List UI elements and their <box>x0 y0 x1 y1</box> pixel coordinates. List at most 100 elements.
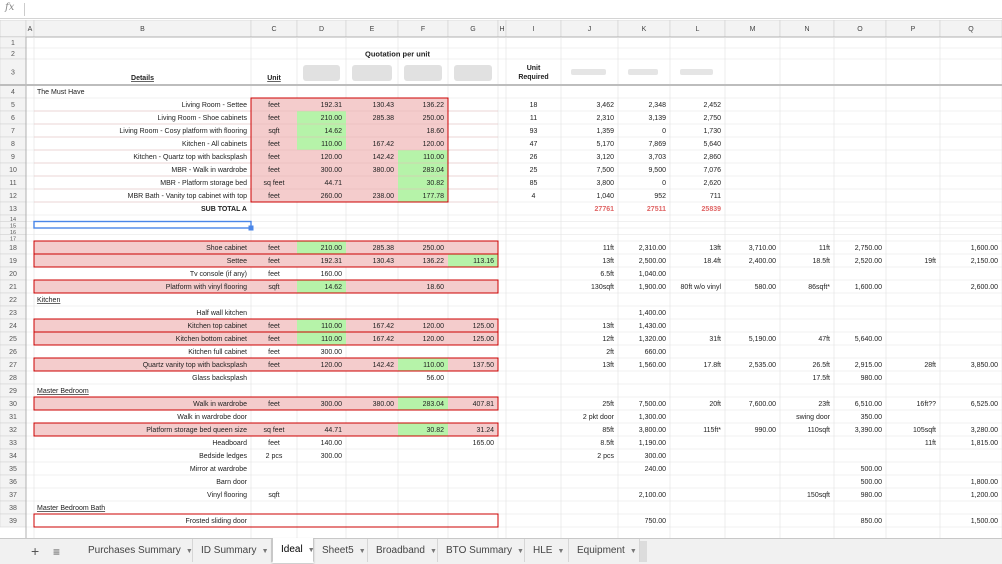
cell-d32[interactable]: 44.71 <box>324 427 342 434</box>
cell-b22[interactable]: Kitchen <box>37 297 60 304</box>
cell-b24[interactable]: Kitchen top cabinet <box>187 323 247 330</box>
cell-k19[interactable]: 2,500.00 <box>639 258 666 265</box>
cell-n32[interactable]: 110sqft <box>808 427 830 434</box>
cell-j12[interactable]: 1,040 <box>596 193 614 200</box>
cell-c30[interactable]: feet <box>268 401 280 408</box>
cell-m25[interactable]: 5,190.00 <box>749 336 776 343</box>
cell-c32[interactable]: sq feet <box>263 427 284 434</box>
cell-q33[interactable]: 1,815.00 <box>971 440 998 447</box>
column-header-q[interactable]: Q <box>939 20 1002 38</box>
cell-l30[interactable]: 20ft <box>709 401 721 408</box>
cell-o25[interactable]: 5,640.00 <box>855 336 882 343</box>
cell-b20[interactable]: Tv console (if any) <box>190 271 247 278</box>
column-header-o[interactable]: O <box>833 20 887 38</box>
chevron-down-icon[interactable]: ▼ <box>430 540 437 563</box>
cell-f19[interactable]: 136.22 <box>423 258 445 265</box>
cell-j6[interactable]: 2,310 <box>596 115 614 122</box>
cell-o27[interactable]: 2,915.00 <box>855 362 882 369</box>
cell-d20[interactable]: 160.00 <box>321 271 343 278</box>
cell-b19[interactable]: Settee <box>227 258 247 265</box>
cell-b32[interactable]: Platform storage bed queen size <box>146 427 247 434</box>
cell-d8[interactable]: 110.00 <box>321 141 342 148</box>
tab-bar-scroll-handle[interactable] <box>640 541 647 562</box>
cell-i3[interactable]: Unit Required <box>518 65 548 81</box>
cell-c37[interactable]: sqft <box>268 492 279 499</box>
cell-d33[interactable]: 140.00 <box>321 440 343 447</box>
cell-l21[interactable]: 80ft w/o vinyl <box>681 284 722 291</box>
cell-b12[interactable]: MBR Bath - Vanity top cabinet with top <box>128 193 247 200</box>
cell-n30[interactable]: 23ft <box>818 401 830 408</box>
cell-k33[interactable]: 1,190.00 <box>639 440 666 447</box>
cell-k25[interactable]: 1,320.00 <box>639 336 666 343</box>
cell-b31[interactable]: Walk in wardrobe door <box>177 414 247 421</box>
row-header-18[interactable]: 18 <box>0 240 27 255</box>
cell-b6[interactable]: Living Room - Shoe cabinets <box>158 115 248 122</box>
chevron-down-icon[interactable]: ▼ <box>557 540 564 563</box>
cell-d21[interactable]: 14.62 <box>324 284 342 291</box>
cell-l12[interactable]: 711 <box>710 193 721 200</box>
cell-d25[interactable]: 110.00 <box>321 336 342 343</box>
cell-c21[interactable]: sqft <box>268 284 279 291</box>
cell-b30[interactable]: Walk in wardrobe <box>193 401 247 408</box>
cell-k32[interactable]: 3,800.00 <box>639 427 666 434</box>
cell-e6[interactable]: 285.38 <box>373 115 395 122</box>
row-header-38[interactable]: 38 <box>0 500 27 515</box>
cell-j32[interactable]: 85ft <box>602 427 614 434</box>
column-header-c[interactable]: C <box>250 20 298 38</box>
cell-b21[interactable]: Platform with vinyl flooring <box>166 284 247 291</box>
cell-f9[interactable]: 110.00 <box>423 154 444 161</box>
row-header-7[interactable]: 7 <box>0 123 27 138</box>
cell-b29[interactable]: Master Bedroom <box>37 388 89 395</box>
cell-q37[interactable]: 1,200.00 <box>971 492 998 499</box>
cell-l32[interactable]: 115ft* <box>703 427 721 434</box>
cell-b34[interactable]: Bedside ledges <box>199 453 247 460</box>
cell-b37[interactable]: Vinyl flooring <box>207 492 247 499</box>
cell-p19[interactable]: 19ft <box>924 258 936 265</box>
column-header-b[interactable]: B <box>33 20 252 38</box>
cell-g32[interactable]: 31.24 <box>476 427 494 434</box>
column-header-a[interactable]: A <box>25 20 35 38</box>
cell-k37[interactable]: 2,100.00 <box>639 492 666 499</box>
cell-c8[interactable]: feet <box>268 141 280 148</box>
sheet-tab-id-summary[interactable]: ID Summary ▼ <box>193 539 272 562</box>
cell-f30[interactable]: 283.04 <box>423 401 445 408</box>
cell-m32[interactable]: 990.00 <box>755 427 777 434</box>
cell-f27[interactable]: 110.00 <box>423 362 444 369</box>
cell-d34[interactable]: 300.00 <box>321 453 343 460</box>
cell-g33[interactable]: 165.00 <box>473 440 495 447</box>
cell-k39[interactable]: 750.00 <box>645 518 667 525</box>
sheet-tab-equipment[interactable]: Equipment ▼ <box>569 539 640 562</box>
row-header-26[interactable]: 26 <box>0 344 27 359</box>
sheet-tab-hle[interactable]: HLE ▼ <box>525 539 569 562</box>
cell-l27[interactable]: 17.8ft <box>703 362 721 369</box>
cell-n18[interactable]: 11ft <box>819 245 830 252</box>
cell-k12[interactable]: 952 <box>654 193 666 200</box>
cell-k27[interactable]: 1,560.00 <box>639 362 666 369</box>
cell-f6[interactable]: 250.00 <box>423 115 445 122</box>
cell-q32[interactable]: 3,280.00 <box>971 427 998 434</box>
cell-c34[interactable]: 2 pcs <box>266 453 283 460</box>
cell-b38[interactable]: Master Bedroom Bath <box>37 505 105 512</box>
cell-d5[interactable]: 192.31 <box>321 102 343 109</box>
column-header-f[interactable]: F <box>397 20 449 38</box>
cell-o18[interactable]: 2,750.00 <box>855 245 882 252</box>
cell-c12[interactable]: feet <box>268 193 280 200</box>
row-header-6[interactable]: 6 <box>0 110 27 125</box>
cell-m21[interactable]: 580.00 <box>755 284 777 291</box>
cell-c24[interactable]: feet <box>268 323 280 330</box>
cell-n37[interactable]: 150sqft <box>807 492 830 499</box>
cell-g19[interactable]: 113.16 <box>473 258 494 265</box>
cell-c20[interactable]: feet <box>268 271 280 278</box>
cell-b11[interactable]: MBR - Platform storage bed <box>160 180 247 187</box>
cell-j10[interactable]: 7,500 <box>596 167 614 174</box>
cell-k21[interactable]: 1,900.00 <box>639 284 666 291</box>
cell-o19[interactable]: 2,520.00 <box>855 258 882 265</box>
cell-m18[interactable]: 3,710.00 <box>749 245 776 252</box>
cell-e24[interactable]: 167.42 <box>373 323 395 330</box>
cell-d12[interactable]: 260.00 <box>321 193 343 200</box>
row-header-20[interactable]: 20 <box>0 266 27 281</box>
column-header-j[interactable]: J <box>560 20 619 38</box>
cell-q18[interactable]: 1,600.00 <box>971 245 998 252</box>
cell-j11[interactable]: 3,800 <box>596 180 614 187</box>
cell-n21[interactable]: 86sqft* <box>808 284 830 291</box>
